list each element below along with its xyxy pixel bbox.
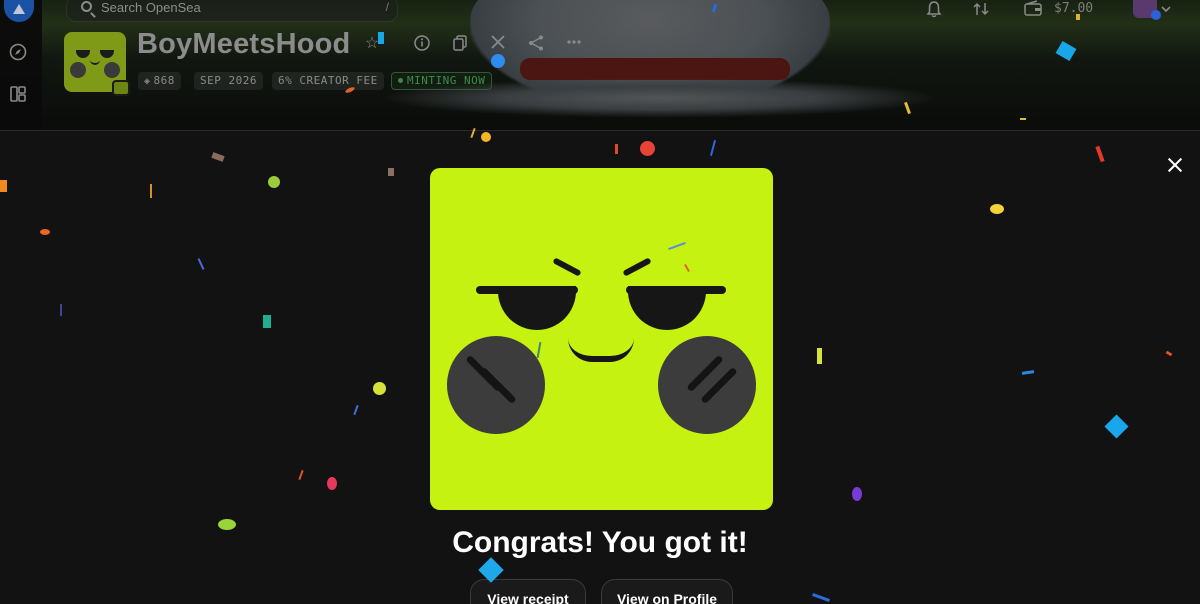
star-icon[interactable]: ☆: [362, 34, 382, 54]
status-dot-icon: [398, 78, 403, 83]
copy-icon[interactable]: [450, 34, 470, 54]
search-placeholder: Search OpenSea: [101, 0, 201, 15]
left-rail: [0, 0, 42, 130]
stat-date: SEP 2026: [194, 72, 263, 90]
more-icon[interactable]: [564, 34, 584, 54]
minted-nft-image: [430, 168, 773, 510]
x-logo-icon[interactable]: [488, 34, 508, 54]
view-on-profile-button[interactable]: View on Profile: [601, 579, 733, 604]
wallet-balance[interactable]: $7.00: [1054, 1, 1093, 16]
background-page: Search OpenSea / $7.00 BoyMeetsHood ☆ ◈ …: [0, 0, 1200, 130]
search-icon: [81, 1, 92, 12]
layers-icon: ◈: [144, 76, 151, 87]
chevron-down-icon[interactable]: [1160, 2, 1172, 22]
congrats-title: Congrats! You got it!: [452, 526, 748, 559]
search-shortcut-hint: /: [385, 0, 389, 14]
wallet-icon[interactable]: [1023, 0, 1043, 20]
collection-name: BoyMeetsHood: [137, 28, 351, 60]
view-receipt-button[interactable]: View receipt: [470, 579, 586, 604]
close-icon[interactable]: [1163, 153, 1187, 177]
opensea-logo-icon[interactable]: [4, 0, 34, 22]
dashboard-icon[interactable]: [9, 85, 27, 103]
info-icon[interactable]: [412, 34, 432, 54]
stat-creator-fee: 6% CREATOR FEE: [272, 72, 384, 90]
bell-icon[interactable]: [926, 0, 942, 20]
swap-icon[interactable]: [972, 0, 990, 20]
share-icon[interactable]: [526, 34, 546, 54]
search-input[interactable]: Search OpenSea /: [66, 0, 398, 22]
compass-icon[interactable]: [9, 43, 27, 61]
verified-badge-icon: [112, 80, 130, 96]
user-avatar[interactable]: [1133, 0, 1161, 20]
stat-items-count: ◈ 868: [138, 72, 181, 90]
minting-status-badge: MINTING NOW: [391, 72, 493, 90]
